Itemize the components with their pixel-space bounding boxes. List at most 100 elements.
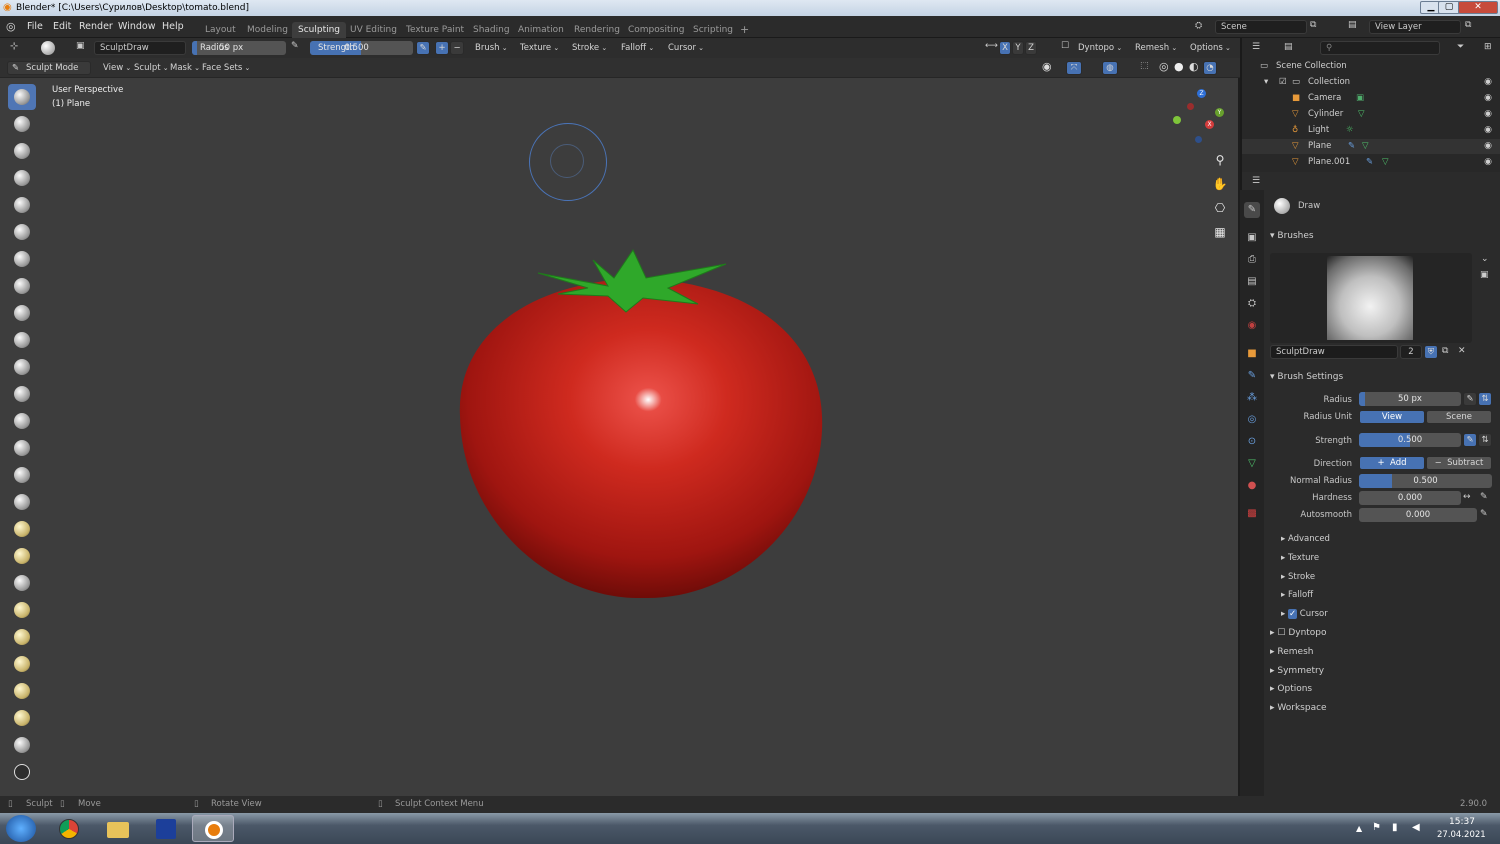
outliner-new-collection-icon[interactable]: ⊞: [1484, 42, 1492, 52]
new-view-layer-icon[interactable]: ⧉: [1465, 20, 1471, 30]
outliner-item-plane[interactable]: ▽ Plane ✎ ▽ ◉: [1242, 139, 1500, 154]
explorer-taskbar-icon[interactable]: [96, 815, 138, 842]
elastic-deform-tool-button[interactable]: [8, 516, 36, 542]
pan-hand-icon[interactable]: ✋: [1210, 174, 1230, 194]
radius-pressure-toggle-icon[interactable]: ✎: [1463, 392, 1477, 406]
gizmo-neg-y[interactable]: [1173, 116, 1181, 124]
draw-tool-button[interactable]: [8, 84, 36, 110]
options-menu[interactable]: Options: [1190, 41, 1231, 55]
add-workspace-button[interactable]: +: [734, 22, 755, 38]
thumb-tool-button[interactable]: [8, 570, 36, 596]
strength-slider[interactable]: Strength 0.500: [310, 41, 413, 55]
hardness-slider[interactable]: 0.000: [1359, 491, 1461, 505]
constraints-tab-icon[interactable]: ⊙: [1244, 434, 1260, 450]
dyntopo-menu[interactable]: Dyntopo: [1078, 41, 1122, 55]
stroke-menu[interactable]: Stroke: [572, 41, 607, 55]
menu-window[interactable]: Window: [118, 21, 155, 32]
outliner-display-icon[interactable]: ▤: [1284, 42, 1293, 52]
chrome-taskbar-icon[interactable]: [48, 815, 90, 842]
brush-preview-icon[interactable]: [41, 41, 55, 55]
plane-visibility-icon[interactable]: ◉: [1484, 139, 1492, 154]
ortho-grid-icon[interactable]: ▦: [1210, 222, 1230, 242]
fill-tool-button[interactable]: [8, 381, 36, 407]
strength-pressure-toggle-icon[interactable]: ✎: [1463, 433, 1477, 447]
draw-sharp-tool-button[interactable]: [8, 111, 36, 137]
crease-tool-button[interactable]: [8, 300, 36, 326]
dyntopo-section[interactable]: ▸ ☐ Dyntopo: [1270, 628, 1327, 638]
cursor-subpanel[interactable]: ▸ ✓ Cursor: [1281, 609, 1328, 619]
brush-image-icon[interactable]: ▣: [1480, 270, 1489, 280]
close-button[interactable]: ✕: [1458, 1, 1498, 14]
clock-date[interactable]: 27.04.2021: [1437, 830, 1486, 840]
collection-checkbox[interactable]: ☑: [1279, 75, 1287, 90]
clock-time[interactable]: 15:37: [1449, 817, 1475, 827]
workspace-section[interactable]: ▸ Workspace: [1270, 703, 1327, 713]
fake-user-shield-icon[interactable]: ⛨: [1424, 345, 1438, 359]
direction-add-button[interactable]: +: [435, 41, 449, 55]
blender-menu-icon[interactable]: ◎: [6, 20, 16, 33]
blob-tool-button[interactable]: [8, 273, 36, 299]
brushes-section-header[interactable]: ▾ Brushes: [1270, 231, 1314, 241]
3d-viewport[interactable]: User Perspective (1) Plane Z Y X: [38, 78, 1238, 796]
new-scene-icon[interactable]: ⧉: [1310, 20, 1316, 30]
brush-list-expand-icon[interactable]: ⌄: [1481, 254, 1489, 264]
outliner-item-camera[interactable]: ■ Camera ▣ ◉: [1242, 91, 1500, 106]
view-menu[interactable]: View: [103, 61, 131, 75]
pose-tool-button[interactable]: [8, 597, 36, 623]
grab-tool-button[interactable]: [8, 489, 36, 515]
tray-network-icon[interactable]: ▮: [1392, 822, 1398, 833]
tab-shading[interactable]: Shading: [467, 22, 516, 38]
scene-icon[interactable]: ⛭: [1195, 21, 1202, 31]
mode-selector[interactable]: ✎ Sculpt Mode: [7, 61, 91, 75]
cursor-checkbox[interactable]: ✓: [1287, 609, 1298, 619]
menu-help[interactable]: Help: [162, 21, 184, 32]
scrape-tool-button[interactable]: [8, 408, 36, 434]
brush-browse-icon[interactable]: ▣: [76, 41, 85, 51]
brush-name-field[interactable]: SculptDraw: [94, 41, 186, 55]
inflate-tool-button[interactable]: [8, 246, 36, 272]
tab-compositing[interactable]: Compositing: [622, 22, 690, 38]
hardness-invert-icon[interactable]: ↔: [1463, 492, 1471, 502]
outliner-filter-icon[interactable]: ⏷: [1457, 42, 1464, 52]
layer-tool-button[interactable]: [8, 219, 36, 245]
clay-thumb-tool-button[interactable]: [8, 192, 36, 218]
outliner-search-input[interactable]: ⚲: [1320, 41, 1440, 55]
maximize-button[interactable]: ▢: [1438, 1, 1460, 14]
material-tab-icon[interactable]: ●: [1244, 478, 1260, 494]
blender-taskbar-icon[interactable]: [192, 815, 234, 842]
brush-name-input[interactable]: SculptDraw: [1270, 345, 1398, 359]
falloff-menu[interactable]: Falloff: [621, 41, 654, 55]
gizmo-neg-z[interactable]: [1195, 136, 1202, 143]
tab-scripting[interactable]: Scripting: [687, 22, 739, 38]
outliner-editor-icon[interactable]: ☰: [1252, 42, 1260, 52]
texture-subpanel[interactable]: ▸ Texture: [1281, 553, 1319, 563]
tray-flag-icon[interactable]: ⚑: [1372, 822, 1381, 833]
navigation-gizmo[interactable]: Z Y X: [1169, 86, 1229, 146]
remesh-menu[interactable]: Remesh: [1135, 41, 1177, 55]
view-layer-icon[interactable]: ▤: [1348, 20, 1357, 30]
gizmo-x-axis[interactable]: X: [1205, 120, 1214, 129]
visibility-icon[interactable]: ◉: [1042, 60, 1052, 73]
view-layer-tab-icon[interactable]: ▤: [1244, 274, 1260, 290]
direction-subtract-button[interactable]: −: [450, 41, 464, 55]
clay-tool-button[interactable]: [8, 138, 36, 164]
physics-tab-icon[interactable]: ◎: [1244, 412, 1260, 428]
flatten-tool-button[interactable]: [8, 354, 36, 380]
radius-pressure-icon[interactable]: ✎: [291, 41, 299, 51]
solid-shading-icon[interactable]: ●: [1174, 60, 1184, 73]
zoom-icon[interactable]: ⚲: [1210, 150, 1230, 170]
tray-expand-icon[interactable]: ▲: [1356, 824, 1362, 833]
autosmooth-pressure-icon[interactable]: ✎: [1480, 509, 1488, 519]
multiplane-scrape-tool-button[interactable]: [8, 435, 36, 461]
brush-settings-header[interactable]: ▾ Brush Settings: [1270, 372, 1343, 382]
texture-tab-icon[interactable]: ▩: [1244, 506, 1260, 522]
outliner-item-light[interactable]: ♁ Light ☼ ◉: [1242, 123, 1500, 138]
smooth-tool-button[interactable]: [8, 327, 36, 353]
render-tab-icon[interactable]: ▣: [1244, 230, 1260, 246]
remesh-section[interactable]: ▸ Remesh: [1270, 647, 1313, 657]
symmetry-y-button[interactable]: Y: [1012, 41, 1024, 55]
gizmo-neg-x[interactable]: [1187, 103, 1194, 110]
tool-tab-icon[interactable]: ✎: [1244, 202, 1260, 218]
menu-edit[interactable]: Edit: [53, 21, 71, 32]
collection-row[interactable]: ▾ ☑ ▭ Collection ◉: [1242, 75, 1500, 90]
